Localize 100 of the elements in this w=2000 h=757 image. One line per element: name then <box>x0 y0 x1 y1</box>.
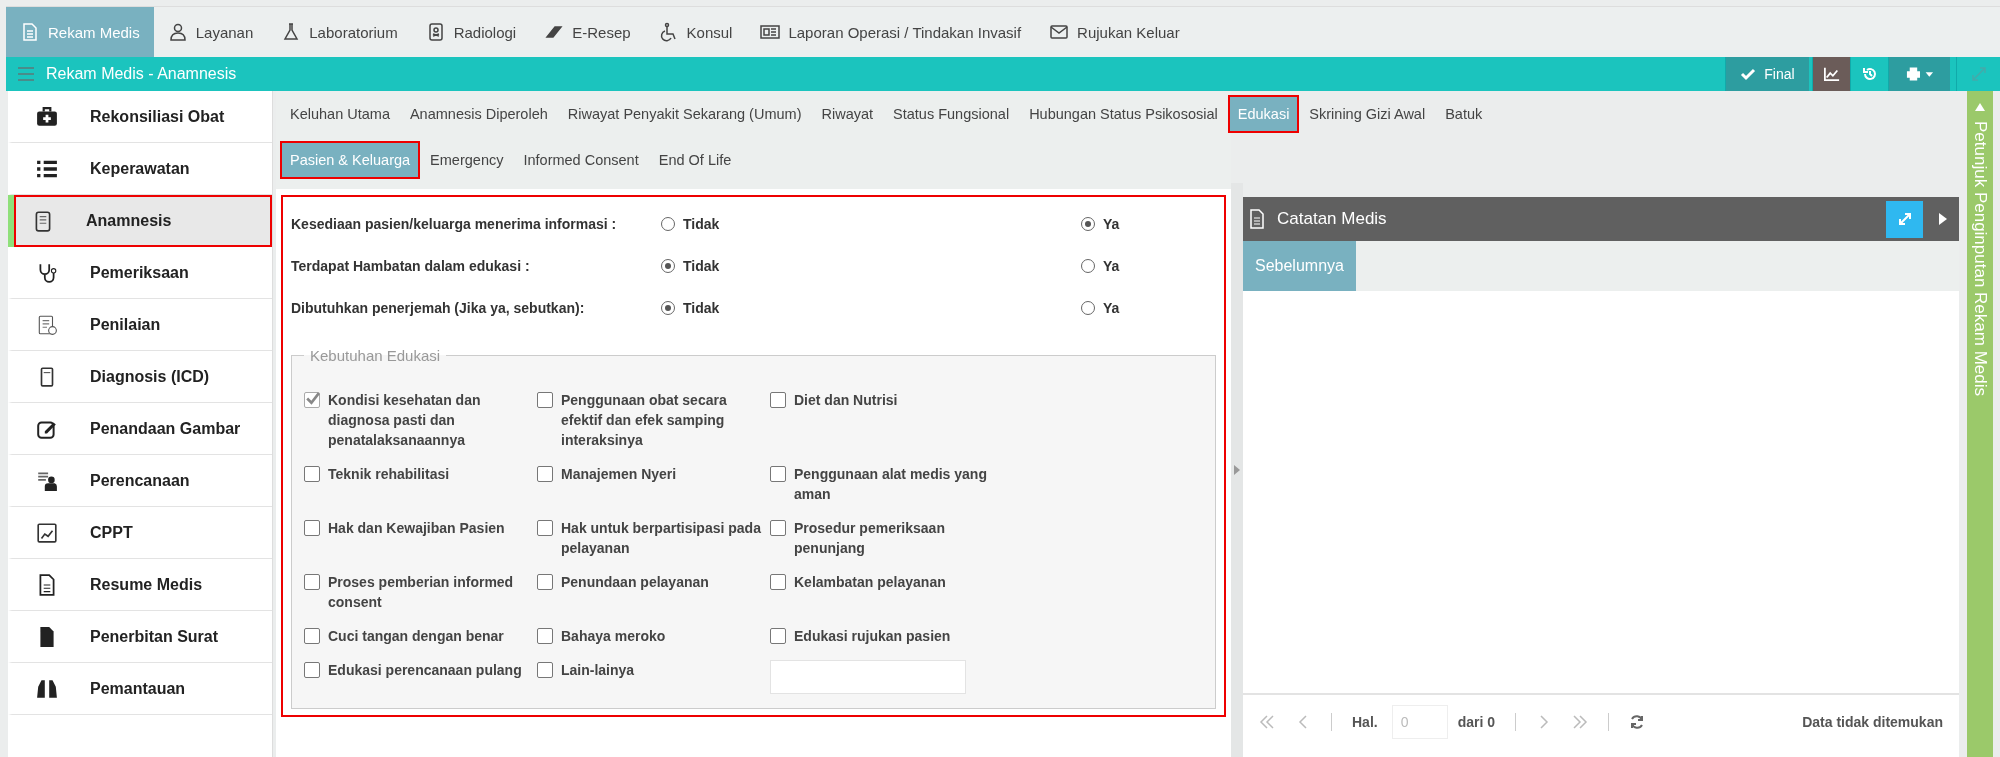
check-icon <box>1740 66 1757 82</box>
checkbox-label: Penggunaan obat secara efektif dan efek samping interaksinya <box>561 391 728 450</box>
checkbox-label: Kelambatan pelayanan <box>794 573 947 592</box>
wheelchair-icon <box>658 22 679 42</box>
checkbox-label: Diet dan Nutrisi <box>794 391 899 410</box>
sub-tab[interactable]: End Of Life <box>648 141 742 179</box>
sidebar-item[interactable]: CPPT <box>8 507 272 559</box>
panel-title: Catatan Medis <box>1277 209 1387 229</box>
checkbox[interactable] <box>537 392 553 408</box>
nav-tab[interactable]: Laporan Operasi / Tindakan Invasif <box>746 7 1036 57</box>
nav-tab[interactable]: Radiologi <box>411 7 531 57</box>
print-button[interactable] <box>1888 57 1950 91</box>
question-label: Dibutuhkan penerjemah (Jika ya, sebutkan): <box>291 300 586 316</box>
sidebar-item[interactable]: Penandaan Gambar <box>8 403 272 455</box>
checkbox[interactable] <box>304 466 320 482</box>
checkbox[interactable] <box>537 628 553 644</box>
nav-tab[interactable]: Laboratorium <box>267 7 412 57</box>
radio-label: Ya <box>1103 300 1120 316</box>
tab[interactable]: Skrining Gizi Awal <box>1299 95 1436 133</box>
sidebar-icon <box>36 677 58 700</box>
checkbox[interactable] <box>304 574 320 590</box>
checkbox[interactable] <box>770 520 786 536</box>
checkbox-label: Hak dan Kewajiban Pasien <box>328 519 506 538</box>
sidebar-icon <box>36 469 58 492</box>
nav-tab[interactable]: Rujukan Keluar <box>1035 7 1194 57</box>
tab[interactable]: Riwayat <box>811 95 884 133</box>
section-legend: Kebutuhan Edukasi <box>304 347 447 364</box>
page-title: Rekam Medis - Anamnesis <box>46 65 237 83</box>
checkbox-label: Penggunaan alat medis yang aman <box>794 465 988 504</box>
tab[interactable]: Batuk <box>1435 95 1493 133</box>
sidebar-item[interactable]: Perencanaan <box>8 455 272 507</box>
page-label: Hal. <box>1352 714 1378 730</box>
radio-label: Ya <box>1103 216 1120 232</box>
status-text: Data tidak ditemukan <box>1802 714 1943 730</box>
checkbox-label: Kondisi kesehatan dan diagnosa pasti dan penatalaksanaannya <box>328 391 482 450</box>
tab[interactable]: Anamnesis Diperoleh <box>399 95 558 133</box>
checkbox[interactable] <box>537 520 553 536</box>
checkbox-label: Edukasi perencanaan pulang <box>328 661 523 680</box>
sub-tab[interactable]: Emergency <box>420 141 514 179</box>
nav-tab[interactable]: Layanan <box>153 7 268 57</box>
checkbox-label: Edukasi rujukan pasien <box>794 627 952 646</box>
checkbox[interactable] <box>304 628 320 644</box>
checkbox[interactable] <box>770 574 786 590</box>
checkbox[interactable] <box>304 392 320 408</box>
sidebar-item[interactable]: Diagnosis (ICD) <box>8 351 272 403</box>
caret-up-icon <box>1975 103 1985 111</box>
checkbox-label: Manajemen Nyeri <box>561 465 678 484</box>
expand-icon <box>1896 211 1913 227</box>
checkbox-label: Prosedur pemeriksaan penunjang <box>794 519 946 558</box>
envelope-icon <box>1049 22 1070 42</box>
history-icon <box>1861 66 1878 82</box>
checkbox-label: Bahaya meroko <box>561 627 667 646</box>
sidebar-item[interactable]: Pemeriksaan <box>8 247 272 299</box>
sidebar-item[interactable]: Penilaian <box>8 299 272 351</box>
checkbox-label: Penundaan pelayanan <box>561 573 710 592</box>
checkbox[interactable] <box>537 662 553 678</box>
expand-button[interactable] <box>1886 200 1923 238</box>
radio-label: Tidak <box>683 258 720 274</box>
chart-icon <box>1823 66 1840 82</box>
doctor-icon <box>167 22 188 42</box>
chart-button[interactable] <box>1812 57 1850 91</box>
refresh-icon[interactable] <box>1629 714 1646 730</box>
checkbox[interactable] <box>304 662 320 678</box>
nav-tab[interactable]: Konsul <box>644 7 747 57</box>
sidebar-icon <box>36 313 58 336</box>
document-icon <box>20 22 40 42</box>
checkbox-label: Hak untuk berpartisipasi pada pelayanan <box>561 519 761 558</box>
tab[interactable]: Status Fungsional <box>883 95 1020 133</box>
sidebar-item[interactable]: Pemantauan <box>8 663 272 715</box>
newspaper-icon <box>760 22 781 42</box>
radio-label: Tidak <box>683 216 720 232</box>
sidebar-icon <box>36 521 58 544</box>
checkbox[interactable] <box>770 628 786 644</box>
tab[interactable]: Hubungan Status Psikososial <box>1019 95 1228 133</box>
checkbox-label: Cuci tangan dengan benar <box>328 627 505 646</box>
document-icon <box>1249 209 1265 229</box>
question-label: Kesediaan pasien/keluarga menerima informasi : <box>291 216 618 232</box>
sidebar-icon <box>36 105 58 128</box>
nav-tab[interactable]: E-Resep <box>530 7 645 57</box>
collapse-arrow-icon[interactable] <box>1234 465 1240 475</box>
sidebar-item[interactable]: Penerbitan Surat <box>8 611 272 663</box>
checkbox[interactable] <box>770 392 786 408</box>
text-field[interactable] <box>770 660 966 694</box>
radio-label: Ya <box>1103 258 1120 274</box>
sidebar-item[interactable]: Rekonsiliasi Obat <box>8 91 272 143</box>
printer-icon <box>1905 66 1934 82</box>
question-label: Terdapat Hambatan dalam edukasi : <box>291 258 531 274</box>
checkbox[interactable] <box>537 574 553 590</box>
sub-tab[interactable]: Informed Consent <box>513 141 649 179</box>
checkbox[interactable] <box>304 520 320 536</box>
caret-right-icon[interactable] <box>1939 213 1947 225</box>
sidebar-item[interactable]: Resume Medis <box>8 559 272 611</box>
checkbox[interactable] <box>537 466 553 482</box>
tab[interactable]: Riwayat Penyakit Sekarang (Umum) <box>557 95 812 133</box>
tab[interactable]: Keluhan Utama <box>280 95 400 133</box>
checkbox[interactable] <box>770 466 786 482</box>
radio-label: Tidak <box>683 300 720 316</box>
checkbox-label: Proses pemberian informed consent <box>328 573 515 612</box>
checkbox-label: Teknik rehabilitasi <box>328 465 451 484</box>
expand-icon <box>1970 66 1987 82</box>
